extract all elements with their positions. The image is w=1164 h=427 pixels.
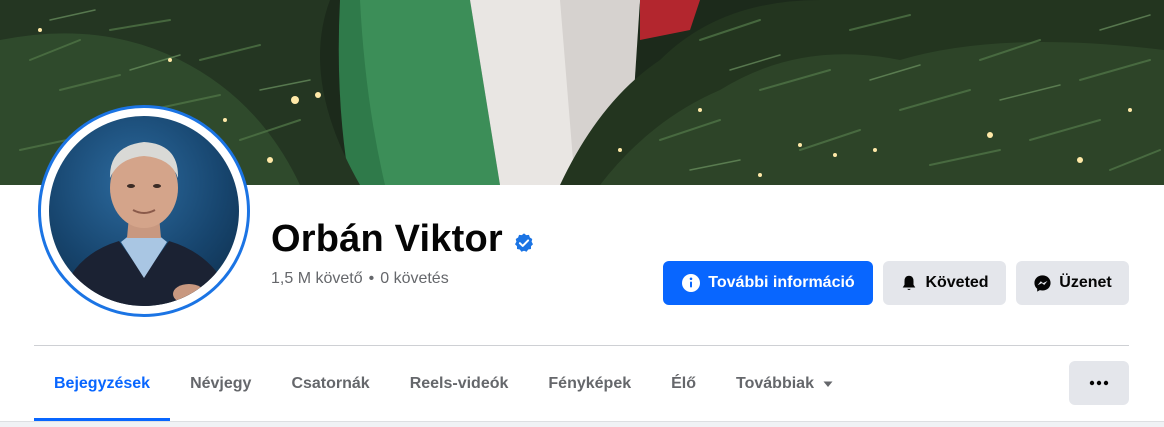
tab-live[interactable]: Élő (651, 346, 716, 421)
tab-reels-label: Reels-videók (409, 374, 509, 392)
tab-live-label: Élő (671, 374, 697, 392)
stats-separator: • (368, 270, 375, 287)
ellipsis-icon (1089, 380, 1109, 386)
more-info-button[interactable]: További információ (663, 261, 873, 305)
feed-background (0, 421, 1164, 427)
tab-photos[interactable]: Fényképek (528, 346, 651, 421)
avatar-portrait-image (59, 142, 234, 306)
messenger-icon (1033, 274, 1052, 293)
more-info-label: További információ (708, 274, 855, 291)
bell-icon (900, 274, 918, 292)
page-title: Orbán Viktor (271, 218, 503, 260)
tab-more-label: Továbbiak (736, 374, 814, 392)
following-count[interactable]: 0 követés (380, 270, 448, 288)
following-label: Követed (925, 274, 989, 291)
profile-avatar[interactable] (38, 105, 250, 317)
message-label: Üzenet (1059, 274, 1112, 291)
tab-more[interactable]: Továbbiak (716, 346, 854, 421)
tab-channels-label: Csatornák (291, 374, 370, 392)
verified-badge-icon[interactable] (513, 232, 535, 254)
profile-tabs: Bejegyzések Névjegy Csatornák Reels-vide… (34, 346, 854, 421)
more-options-button[interactable] (1069, 361, 1129, 405)
tab-posts-label: Bejegyzések (54, 374, 151, 392)
info-circle-icon (681, 273, 701, 293)
followers-count[interactable]: 1,5 M követő (271, 270, 363, 288)
tab-channels[interactable]: Csatornák (271, 346, 389, 421)
profile-header: Orbán Viktor (271, 218, 535, 261)
message-button[interactable]: Üzenet (1016, 261, 1129, 305)
tab-about[interactable]: Névjegy (170, 346, 271, 421)
following-button[interactable]: Követed (883, 261, 1006, 305)
tab-photos-label: Fényképek (548, 374, 632, 392)
tab-posts[interactable]: Bejegyzések (34, 346, 171, 421)
tab-about-label: Névjegy (190, 374, 252, 392)
follower-stats: 1,5 M követő • 0 követés (271, 270, 449, 288)
avatar-photo (49, 116, 239, 306)
caret-down-icon (822, 378, 834, 390)
tab-reels[interactable]: Reels-videók (390, 346, 529, 421)
